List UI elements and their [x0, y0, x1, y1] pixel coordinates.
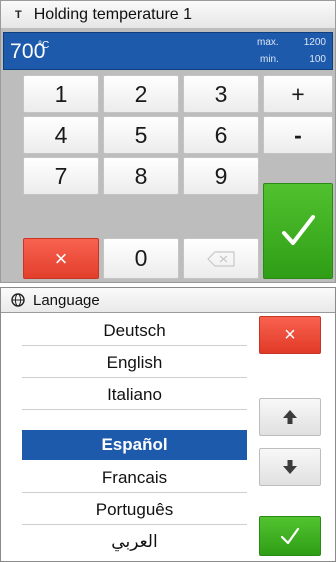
language-item-espanol[interactable]: Español: [22, 430, 247, 460]
language-item-arabic[interactable]: العربي: [22, 527, 247, 557]
checkmark-icon: [280, 527, 300, 545]
value-display: 700 °C max. 1200 min. 100: [3, 32, 333, 70]
close-icon: ×: [284, 323, 296, 346]
max-value: 1200: [303, 37, 326, 48]
key-6[interactable]: 6: [183, 116, 259, 154]
language-item-english[interactable]: English: [22, 348, 247, 378]
backspace-icon: [207, 250, 235, 267]
key-plus[interactable]: +: [263, 75, 333, 113]
key-5[interactable]: 5: [103, 116, 179, 154]
keypad-title: Holding temperature 1: [33, 5, 193, 23]
language-dialog: Language Deutsch English Italiano Españo…: [0, 287, 336, 562]
key-1[interactable]: 1: [23, 75, 99, 113]
globe-icon: [11, 293, 25, 307]
language-item-portugues[interactable]: Português: [22, 495, 247, 525]
key-2[interactable]: 2: [103, 75, 179, 113]
key-9[interactable]: 9: [183, 157, 259, 195]
language-title: Language: [33, 291, 100, 309]
max-label: max.: [257, 37, 279, 48]
keypad-title-bar: T Holding temperature 1: [1, 1, 335, 29]
scroll-down-button[interactable]: [259, 448, 321, 486]
temperature-icon: T: [15, 8, 22, 21]
key-3[interactable]: 3: [183, 75, 259, 113]
min-value: 100: [309, 54, 326, 65]
language-item-francais[interactable]: Francais: [22, 463, 247, 493]
cancel-button[interactable]: ×: [23, 238, 99, 279]
checkmark-icon: [282, 215, 315, 245]
numeric-keypad-dialog: T Holding temperature 1 700 °C max. 1200…: [0, 0, 336, 283]
confirm-button[interactable]: [259, 516, 321, 556]
arrow-down-icon: [283, 460, 297, 474]
key-0[interactable]: 0: [103, 238, 179, 279]
confirm-button[interactable]: [263, 183, 333, 279]
close-icon: ×: [54, 245, 68, 271]
arrow-up-icon: [283, 410, 297, 424]
key-minus[interactable]: -: [263, 116, 333, 154]
language-title-bar: Language: [1, 288, 335, 313]
language-item-deutsch[interactable]: Deutsch: [22, 316, 247, 346]
close-button[interactable]: ×: [259, 316, 321, 354]
scroll-up-button[interactable]: [259, 398, 321, 436]
key-4[interactable]: 4: [23, 116, 99, 154]
language-item-italiano[interactable]: Italiano: [22, 380, 247, 410]
value-unit: °C: [38, 40, 50, 51]
backspace-button[interactable]: [183, 238, 259, 279]
key-7[interactable]: 7: [23, 157, 99, 195]
key-8[interactable]: 8: [103, 157, 179, 195]
min-label: min.: [260, 54, 279, 65]
